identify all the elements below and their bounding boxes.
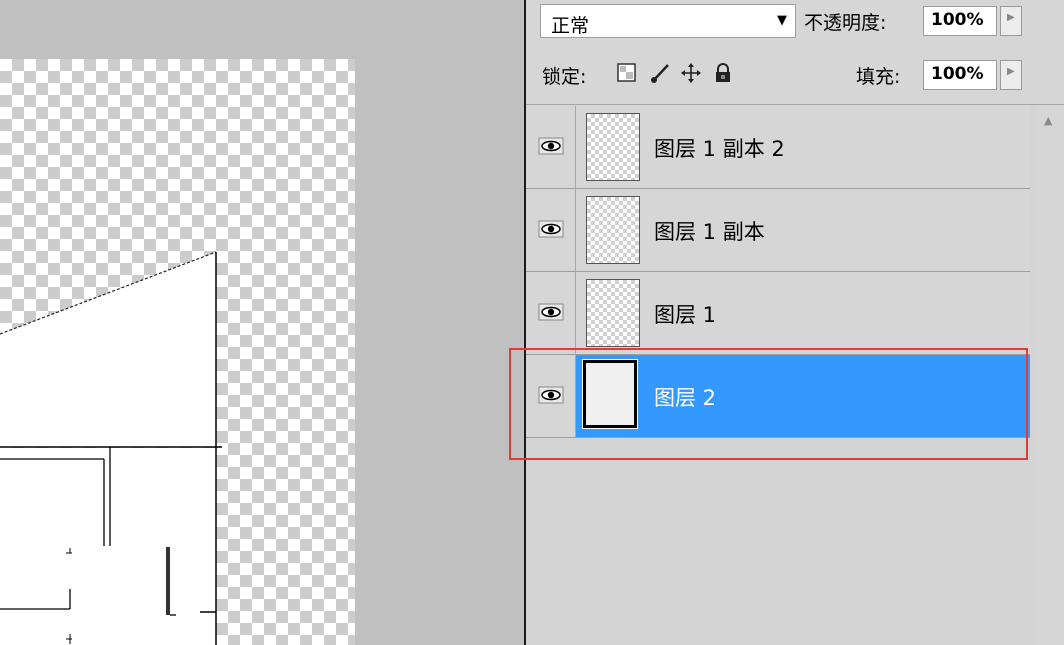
eye-icon	[538, 303, 564, 321]
layer-row[interactable]: 图层 1 副本	[526, 189, 1030, 272]
arrow-right-icon: ▶	[1007, 12, 1015, 23]
visibility-toggle[interactable]	[526, 355, 576, 437]
lock-transparent-pixels-icon[interactable]	[616, 62, 638, 84]
layer-row-selected[interactable]: 图层 2	[526, 355, 1030, 438]
dropdown-caret-icon: ▼	[777, 13, 787, 28]
layer-thumbnail	[586, 196, 640, 264]
lock-all-icon[interactable]	[712, 62, 734, 84]
eye-icon	[538, 386, 564, 404]
canvas-area[interactable]	[0, 0, 524, 645]
layer-thumbnail	[582, 359, 638, 429]
fill-label: 填充:	[856, 66, 901, 88]
visibility-toggle[interactable]	[526, 272, 576, 354]
layer-name: 图层 1	[654, 303, 717, 327]
lock-image-pixels-icon[interactable]	[649, 62, 671, 84]
floor-plan-drawing	[0, 251, 222, 645]
layer-row[interactable]: 图层 1	[526, 272, 1030, 355]
opacity-slider-button[interactable]: ▶	[1000, 6, 1022, 36]
blend-options-row: 正常 ▼ 不透明度: 100% ▶	[526, 0, 1064, 47]
fill-value: 100%	[931, 64, 984, 84]
visibility-toggle[interactable]	[526, 189, 576, 271]
eye-icon	[538, 137, 564, 155]
fill-input[interactable]: 100%	[923, 60, 997, 90]
blend-mode-select[interactable]: 正常 ▼	[540, 4, 796, 38]
layers-scrollbar[interactable]: ▲	[1036, 106, 1064, 645]
layer-name: 图层 1 副本	[654, 220, 765, 244]
eye-icon	[538, 220, 564, 238]
opacity-label: 不透明度:	[804, 12, 887, 34]
layer-thumbnail	[586, 113, 640, 181]
layer-list: 图层 1 副本 2 图层 1 副本 图层 1 图层 2	[526, 106, 1036, 645]
layer-name: 图层 2	[654, 386, 717, 410]
blend-mode-value: 正常	[551, 15, 590, 37]
selection-highlight	[576, 355, 1030, 437]
arrow-right-icon: ▶	[1007, 66, 1015, 77]
opacity-input[interactable]: 100%	[923, 6, 997, 36]
layer-thumbnail	[586, 279, 640, 347]
lock-fill-row: 锁定: 填充: 100% ▶	[526, 46, 1064, 105]
lock-position-icon[interactable]	[680, 62, 702, 84]
visibility-toggle[interactable]	[526, 106, 576, 188]
layers-panel: 正常 ▼ 不透明度: 100% ▶ 锁定: 填充: 100% ▶ 图层 1 副本…	[524, 0, 1064, 645]
layer-row[interactable]: 图层 1 副本 2	[526, 106, 1030, 189]
opacity-value: 100%	[931, 10, 984, 30]
scroll-up-icon[interactable]: ▲	[1044, 114, 1052, 127]
lock-label: 锁定:	[542, 66, 587, 88]
fill-slider-button[interactable]: ▶	[1000, 60, 1022, 90]
document-canvas[interactable]	[0, 59, 355, 645]
layer-name: 图层 1 副本 2	[654, 137, 785, 161]
